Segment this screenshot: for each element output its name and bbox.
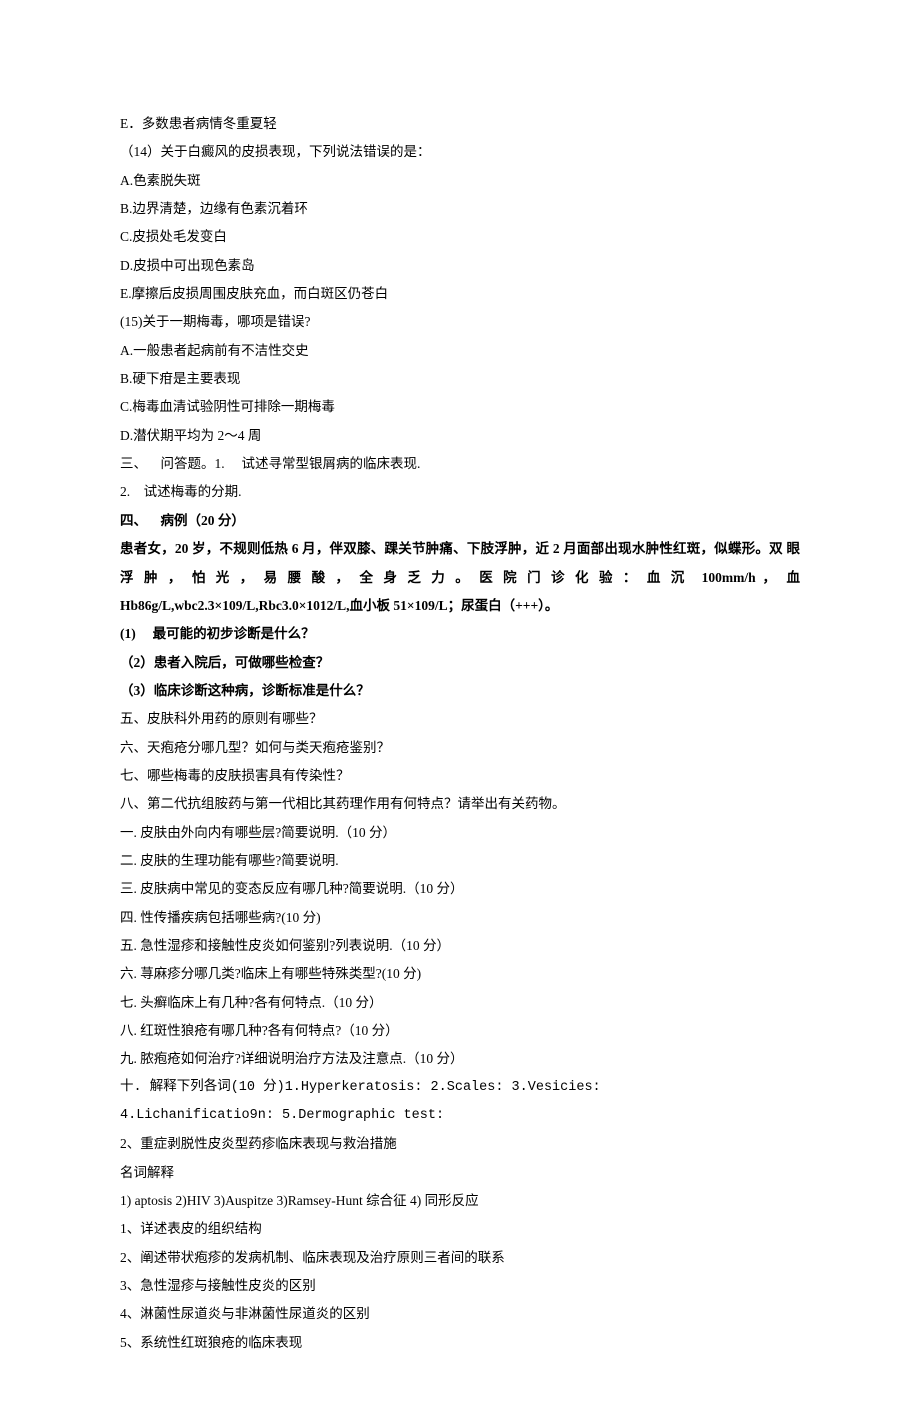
text-line: 2、重症剥脱性皮炎型药疹临床表现与救治措施 bbox=[120, 1130, 800, 1158]
text-line: 六、天疱疮分哪几型？如何与类天疱疮鉴别？ bbox=[120, 734, 800, 762]
text-line: 2. 试述梅毒的分期. bbox=[120, 478, 800, 506]
text-line: 5、系统性红斑狼疮的临床表现 bbox=[120, 1329, 800, 1357]
text-line: 四. 性传播疾病包括哪些病?(10 分) bbox=[120, 904, 800, 932]
text-line: 三、 问答题。1. 试述寻常型银屑病的临床表现. bbox=[120, 450, 800, 478]
text-line: 八、第二代抗组胺药与第一代相比其药理作用有何特点？请举出有关药物。 bbox=[120, 790, 800, 818]
text-line: E．多数患者病情冬重夏轻 bbox=[120, 110, 800, 138]
text-line: 一. 皮肤由外向内有哪些层?简要说明.（10 分） bbox=[120, 819, 800, 847]
text-line: E.摩擦后皮损周围皮肤充血，而白斑区仍苍白 bbox=[120, 280, 800, 308]
text-line: 4、淋菌性尿道炎与非淋菌性尿道炎的区别 bbox=[120, 1300, 800, 1328]
text-line: 1) aptosis 2)HIV 3)Auspitze 3)Ramsey-Hun… bbox=[120, 1187, 800, 1215]
text-line: (15)关于一期梅毒，哪项是错误? bbox=[120, 308, 800, 336]
text-line: 十. 解释下列各词(10 分)1.Hyperkeratosis: 2.Scale… bbox=[120, 1074, 800, 1102]
case-question-2: （2）患者入院后，可做哪些检查？ bbox=[120, 649, 800, 677]
text-line: 三. 皮肤病中常见的变态反应有哪几种?简要说明.（10 分） bbox=[120, 875, 800, 903]
text-line: 1、详述表皮的组织结构 bbox=[120, 1215, 800, 1243]
text-line: 九. 脓疱疮如何治疗?详细说明治疗方法及注意点.（10 分） bbox=[120, 1045, 800, 1073]
case-question-3: （3）临床诊断这种病，诊断标准是什么？ bbox=[120, 677, 800, 705]
case-description: 患者女，20 岁，不规则低热 6 月，伴双膝、踝关节肿痛、下肢浮肿，近 2 月面… bbox=[120, 535, 800, 620]
text-line: C.皮损处毛发变白 bbox=[120, 223, 800, 251]
case-question-1: (1) 最可能的初步诊断是什么？ bbox=[120, 620, 800, 648]
text-line: 八. 红斑性狼疮有哪几种?各有何特点?（10 分） bbox=[120, 1017, 800, 1045]
text-line: C.梅毒血清试验阴性可排除一期梅毒 bbox=[120, 393, 800, 421]
text-line: 七. 头癣临床上有几种?各有何特点.（10 分） bbox=[120, 989, 800, 1017]
text-line: D.皮损中可出现色素岛 bbox=[120, 252, 800, 280]
document-page: E．多数患者病情冬重夏轻 （14）关于白癜风的皮损表现，下列说法错误的是： A.… bbox=[0, 0, 920, 1417]
text-line: 名词解释 bbox=[120, 1159, 800, 1187]
text-line: 二. 皮肤的生理功能有哪些?简要说明. bbox=[120, 847, 800, 875]
text-line: 4.Lichanificatio9n: 5.Dermographic test: bbox=[120, 1102, 800, 1130]
text-line: 七、哪些梅毒的皮肤损害具有传染性？ bbox=[120, 762, 800, 790]
text-line: B.硬下疳是主要表现 bbox=[120, 365, 800, 393]
text-line: 3、急性湿疹与接触性皮炎的区别 bbox=[120, 1272, 800, 1300]
text-line: 五、皮肤科外用药的原则有哪些？ bbox=[120, 705, 800, 733]
text-line: 六. 荨麻疹分哪几类?临床上有哪些特殊类型?(10 分) bbox=[120, 960, 800, 988]
text-line: B.边界清楚，边缘有色素沉着环 bbox=[120, 195, 800, 223]
text-line: 五. 急性湿疹和接触性皮炎如何鉴别?列表说明.（10 分） bbox=[120, 932, 800, 960]
section-heading-case: 四、 病例（20 分） bbox=[120, 507, 800, 535]
text-line: A.色素脱失斑 bbox=[120, 167, 800, 195]
text-line: 2、阐述带状疱疹的发病机制、临床表现及治疗原则三者间的联系 bbox=[120, 1244, 800, 1272]
text-line: A.一般患者起病前有不洁性交史 bbox=[120, 337, 800, 365]
text-line: D.潜伏期平均为 2～4 周 bbox=[120, 422, 800, 450]
text-line: （14）关于白癜风的皮损表现，下列说法错误的是： bbox=[120, 138, 800, 166]
